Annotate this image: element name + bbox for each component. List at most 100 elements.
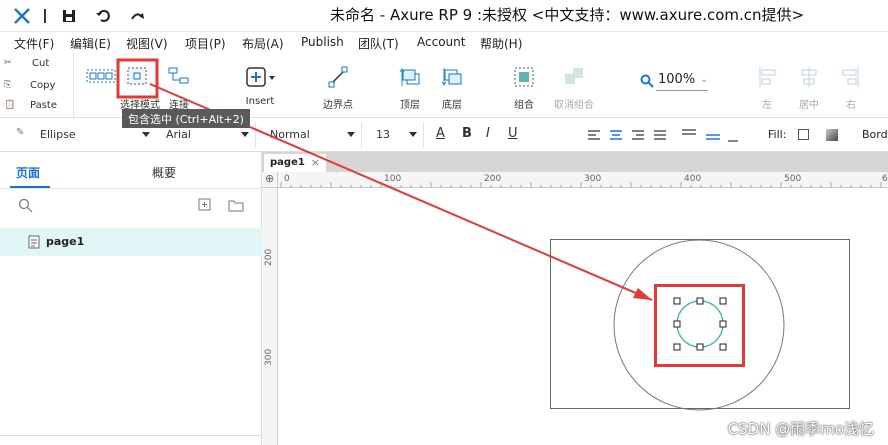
save-icon[interactable] bbox=[60, 7, 78, 25]
document-tab-page1[interactable]: page1 × bbox=[264, 154, 326, 172]
fill-color-swatch[interactable] bbox=[798, 129, 809, 140]
panel-bottom-edge bbox=[0, 435, 262, 445]
select-contain-icon bbox=[127, 67, 147, 85]
menu-file[interactable]: 文件(F) bbox=[14, 35, 54, 52]
document-tabs: page1 × bbox=[262, 152, 888, 172]
font-family-value: Arial bbox=[166, 128, 191, 141]
select-intersect-icon bbox=[86, 69, 116, 83]
points-icon bbox=[328, 66, 348, 88]
align-right-icon bbox=[842, 67, 859, 87]
insert-label: Insert bbox=[245, 96, 275, 107]
italic-icon[interactable]: I bbox=[486, 126, 490, 141]
menu-view[interactable]: 视图(V) bbox=[126, 35, 168, 52]
align-right-label: 右 bbox=[846, 100, 856, 111]
zoom-icon bbox=[640, 74, 654, 88]
menu-bar: 文件(F) 编辑(E) 视图(V) 项目(P) 布局(A) Publish 团队… bbox=[0, 32, 888, 54]
tab-outline[interactable]: 概要 bbox=[152, 164, 176, 181]
undo-icon[interactable] bbox=[94, 7, 112, 25]
watermark: CSDN @雨季mo浅忆 bbox=[727, 420, 874, 438]
top-label: 顶层 bbox=[400, 100, 420, 111]
align-left-button[interactable]: 左 bbox=[752, 54, 782, 118]
style-brush-icon: ✎ bbox=[16, 127, 25, 138]
group-icon bbox=[514, 67, 534, 87]
title-bar: 未命名 - Axure RP 9 :未授权 <中文支持：www.axure.co… bbox=[0, 0, 888, 32]
points-button[interactable]: 边界点 bbox=[320, 54, 356, 118]
page-item-label: page1 bbox=[46, 235, 85, 248]
close-tab-icon[interactable]: × bbox=[311, 156, 320, 169]
group-label: 组合 bbox=[514, 100, 534, 111]
window-title: 未命名 - Axure RP 9 :未授权 <中文支持：www.axure.co… bbox=[330, 6, 805, 24]
bring-front-icon bbox=[399, 68, 420, 86]
connector-icon bbox=[168, 67, 189, 84]
menu-help[interactable]: 帮助(H) bbox=[480, 35, 522, 52]
alignment-icons[interactable] bbox=[588, 128, 738, 144]
menu-project[interactable]: 项目(P) bbox=[185, 35, 226, 52]
menu-layout[interactable]: 布局(A) bbox=[242, 35, 284, 52]
title-separator bbox=[44, 9, 46, 23]
bring-to-front-button[interactable]: 顶层 bbox=[394, 54, 426, 118]
ungroup-label: 取消组合 bbox=[554, 100, 594, 111]
font-size-value: 13 bbox=[376, 128, 390, 141]
border-label: Bord bbox=[862, 128, 888, 141]
select-intersect-button[interactable] bbox=[84, 54, 118, 118]
shape-style-value: Ellipse bbox=[40, 128, 76, 141]
font-weight-dropdown[interactable]: Normal bbox=[262, 122, 362, 148]
font-size-dropdown[interactable]: 13 bbox=[368, 122, 424, 148]
pages-panel: 页面 概要 page1 bbox=[0, 152, 262, 445]
canvas-area: page1 × ⊕ 0 100 200 300 400 500 6 200 30… bbox=[262, 152, 888, 445]
add-page-icon[interactable] bbox=[198, 198, 212, 212]
panel-divider bbox=[0, 188, 262, 189]
vertical-ruler: 200 300 400 bbox=[262, 188, 278, 445]
cut-icon: ✂ bbox=[4, 58, 12, 68]
font-color-icon[interactable]: A bbox=[436, 126, 445, 141]
align-center-label: 居中 bbox=[799, 100, 819, 111]
horizontal-ruler: 0 100 200 300 400 500 6 bbox=[278, 172, 888, 188]
align-center-icon bbox=[801, 67, 817, 87]
ruler-h-ticks bbox=[280, 182, 882, 188]
redo-icon[interactable] bbox=[128, 7, 146, 25]
bottom-label: 底层 bbox=[442, 100, 462, 111]
zoom-chevron-icon: ⌄ bbox=[700, 74, 709, 85]
axure-logo-icon bbox=[14, 8, 30, 24]
ruler-corner: ⊕ bbox=[262, 172, 278, 188]
align-left-icon bbox=[759, 67, 776, 87]
page-item[interactable]: page1 bbox=[0, 228, 262, 256]
underline-icon[interactable]: U bbox=[508, 126, 518, 141]
ungroup-icon bbox=[565, 68, 583, 84]
cut-button[interactable]: Cut bbox=[32, 58, 49, 69]
send-to-back-button[interactable]: 底层 bbox=[436, 54, 468, 118]
paste-icon: 📋 bbox=[4, 100, 16, 110]
ungroup-button[interactable]: 取消组合 bbox=[552, 54, 596, 118]
clipboard-group: ✂ Cut ⎘ Copy 📋 Paste bbox=[0, 54, 74, 118]
fill-label: Fill: bbox=[768, 128, 787, 141]
points-label: 边界点 bbox=[323, 100, 353, 111]
menu-account[interactable]: Account bbox=[417, 35, 465, 49]
search-icon[interactable] bbox=[18, 198, 34, 214]
axure-window: 未命名 - Axure RP 9 :未授权 <中文支持：www.axure.co… bbox=[0, 0, 888, 445]
add-folder-icon[interactable] bbox=[228, 198, 244, 212]
tooltip: 包含选中 (Ctrl+Alt+2) bbox=[122, 109, 250, 128]
insert-plus-icon bbox=[246, 67, 275, 87]
shadow-icon[interactable] bbox=[826, 129, 838, 141]
copy-button[interactable]: Copy bbox=[30, 80, 55, 91]
menu-publish[interactable]: Publish bbox=[301, 35, 344, 49]
align-center-button[interactable]: 居中 bbox=[794, 54, 824, 118]
paste-button[interactable]: Paste bbox=[30, 100, 57, 111]
tab-pages[interactable]: 页面 bbox=[16, 164, 40, 181]
page-icon bbox=[28, 235, 40, 249]
crosshair-icon: ⊕ bbox=[265, 172, 275, 185]
ruler-v-tick: 200 bbox=[264, 248, 274, 266]
ruler-v-tick: 300 bbox=[264, 348, 274, 366]
align-right-button[interactable]: 右 bbox=[836, 54, 866, 118]
menu-edit[interactable]: 编辑(E) bbox=[70, 35, 111, 52]
zoom-value: 100% bbox=[658, 72, 696, 87]
bold-icon[interactable]: B bbox=[462, 126, 472, 141]
menu-team[interactable]: 团队(T) bbox=[358, 35, 399, 52]
zoom-underline bbox=[656, 90, 708, 91]
group-button[interactable]: 组合 bbox=[508, 54, 540, 118]
document-tab-label: page1 bbox=[270, 157, 305, 168]
zoom-control[interactable]: 100% ⌄ bbox=[638, 70, 712, 92]
send-back-icon bbox=[441, 68, 462, 86]
font-weight-value: Normal bbox=[270, 128, 310, 141]
copy-icon: ⎘ bbox=[4, 80, 12, 90]
